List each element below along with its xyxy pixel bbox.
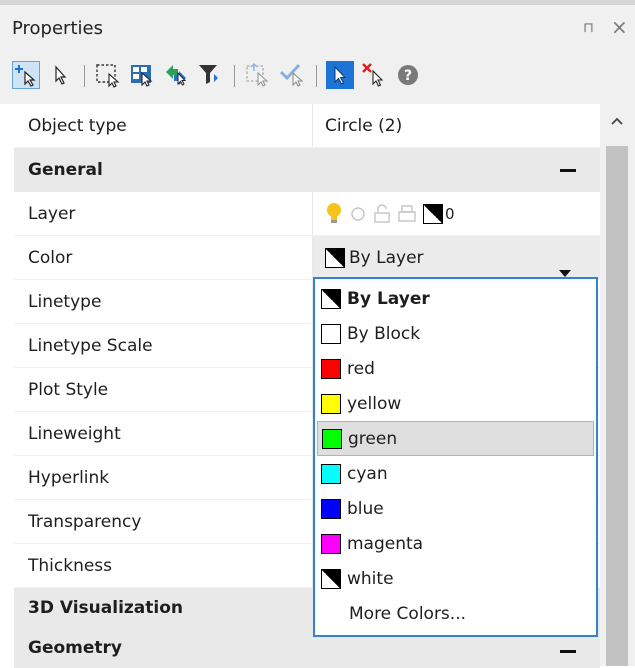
quick-select-icon[interactable] [244, 61, 272, 89]
layer-color-swatch [423, 204, 443, 224]
color-swatch [321, 393, 341, 414]
collapse-icon[interactable] [560, 169, 576, 172]
option-label: white [347, 568, 394, 589]
property-row-object-type[interactable]: Object type Circle (2) [14, 104, 600, 148]
select-all-icon[interactable] [128, 61, 156, 89]
option-label: red [347, 358, 375, 379]
pin-icon[interactable]: ⊓ [583, 20, 594, 36]
property-label: Hyperlink [14, 456, 312, 500]
color-option-yellow[interactable]: yellow [317, 386, 594, 421]
color-swatch [321, 568, 341, 589]
color-swatch [321, 358, 341, 379]
property-value-layer[interactable]: 0 [312, 192, 600, 236]
color-option-red[interactable]: red [317, 351, 594, 386]
filter-icon[interactable] [196, 61, 224, 89]
category-general[interactable]: General [14, 148, 600, 192]
toolbar-separator [84, 65, 85, 87]
color-value: By Layer [349, 248, 424, 268]
color-swatch [321, 463, 341, 484]
panel-title: Properties [12, 18, 103, 39]
color-swatch [321, 288, 341, 309]
deselect-icon[interactable] [360, 61, 388, 89]
category-label: General [28, 160, 103, 180]
select-similar-icon[interactable] [278, 61, 306, 89]
option-label: More Colors... [349, 603, 466, 624]
unlocked-icon [374, 204, 390, 223]
property-label: Linetype [14, 280, 312, 324]
option-label: By Layer [347, 288, 430, 309]
property-label: Thickness [14, 544, 312, 588]
color-swatch [321, 533, 341, 554]
color-swatch [321, 498, 341, 519]
property-label: Object type [14, 104, 312, 148]
printer-icon [398, 205, 416, 222]
more-colors-option[interactable]: More Colors... [317, 596, 594, 631]
property-row-layer[interactable]: Layer 0 [14, 192, 600, 236]
window-select-icon[interactable] [94, 61, 122, 89]
scrollbar-thumb[interactable] [606, 146, 628, 666]
add-to-selection-icon[interactable] [12, 61, 40, 89]
color-option-by-block[interactable]: By Block [317, 316, 594, 351]
option-label: magenta [347, 533, 424, 554]
svg-text:?: ? [404, 68, 412, 84]
select-mode-icon[interactable] [326, 61, 354, 89]
help-icon[interactable]: ? [394, 61, 422, 89]
panel-titlebar: Properties ⊓ × [0, 5, 635, 51]
color-option-by-layer[interactable]: By Layer [317, 281, 594, 316]
option-label: By Block [347, 323, 421, 344]
color-dropdown-list[interactable]: By Layer By Block red yellow green cyan … [313, 277, 598, 637]
layer-state-icons: 0 [325, 202, 455, 226]
property-label: Transparency [14, 500, 312, 544]
property-label: Lineweight [14, 412, 312, 456]
option-label: cyan [347, 463, 388, 484]
property-row-color[interactable]: Color By Layer [14, 236, 600, 280]
toolbar-separator [316, 65, 317, 87]
sun-thaw-icon [351, 207, 365, 221]
select-objects-icon[interactable] [46, 61, 74, 89]
color-option-blue[interactable]: blue [317, 491, 594, 526]
color-option-magenta[interactable]: magenta [317, 526, 594, 561]
option-label: blue [347, 498, 384, 519]
color-swatch [321, 323, 341, 344]
layer-name: 0 [445, 205, 455, 223]
color-swatch [322, 428, 342, 449]
scroll-up-icon[interactable] [610, 112, 624, 130]
color-option-white[interactable]: white [317, 561, 594, 596]
color-option-green[interactable]: green [317, 421, 594, 456]
option-label: yellow [347, 393, 402, 414]
property-value[interactable]: Circle (2) [312, 104, 600, 148]
selection-toolbar: ? [0, 51, 635, 104]
property-label: Color [14, 236, 312, 280]
category-label: Geometry [28, 638, 122, 658]
property-label: Linetype Scale [14, 324, 312, 368]
lightbulb-on-icon [327, 203, 341, 223]
category-label: 3D Visualization [28, 598, 183, 618]
property-label: Plot Style [14, 368, 312, 412]
color-swatch [325, 248, 345, 268]
toolbar-separator [234, 65, 235, 87]
vertical-scrollbar[interactable] [600, 104, 635, 666]
close-icon[interactable]: × [611, 15, 628, 39]
property-label: Layer [14, 192, 312, 236]
toggle-pickadd-icon[interactable] [162, 61, 190, 89]
color-option-cyan[interactable]: cyan [317, 456, 594, 491]
collapse-icon[interactable] [560, 650, 576, 653]
option-label: green [348, 428, 398, 449]
